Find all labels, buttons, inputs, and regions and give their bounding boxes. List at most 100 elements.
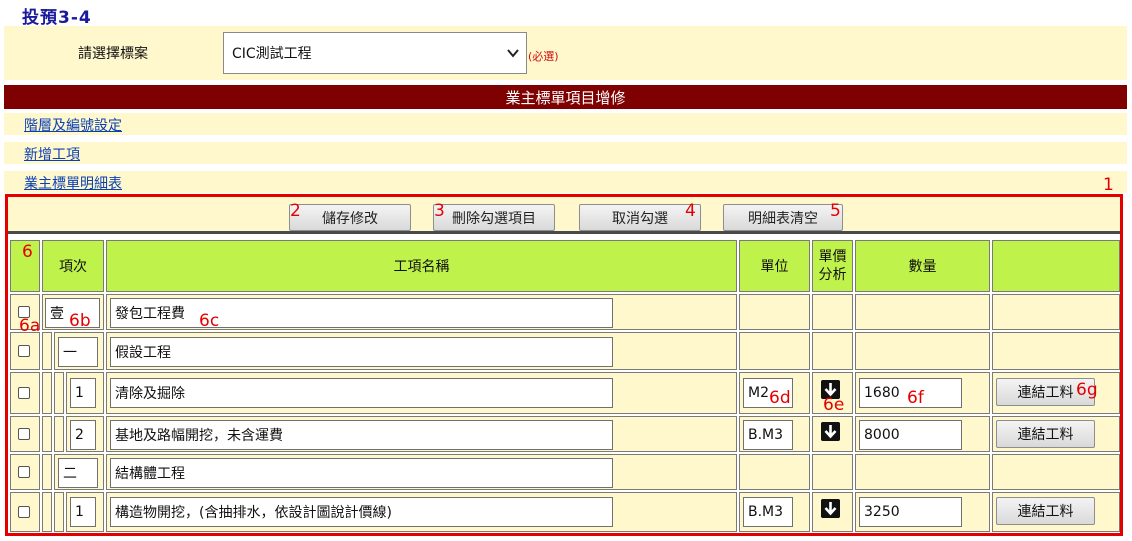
section-title: 業主標單項目增修 [4, 85, 1127, 109]
annotation-label: 6c [199, 311, 220, 331]
page-title: 投預3-4 [22, 8, 92, 28]
annotation-label: 6b [69, 311, 91, 331]
nav-link-detail-table[interactable]: 業主標單明細表 [24, 173, 122, 193]
unit-input[interactable]: B.M3 [743, 420, 793, 450]
link-cell: 連結工料 [992, 416, 1120, 452]
level-indent [42, 372, 52, 414]
link-materials-button[interactable]: 連結工料 [996, 420, 1095, 448]
edit-frame: 儲存修改 刪除勾選項目 取消勾選 明細表清空 2 3 4 5 項次 工項名稱 單… [5, 194, 1123, 536]
row-checkbox[interactable] [18, 387, 30, 399]
item-no-cell: 1 [66, 372, 104, 414]
link-cell: 連結工料 [992, 492, 1120, 532]
price-analysis-header-line1: 單價 [818, 249, 847, 265]
unit-header: 單位 [739, 240, 810, 292]
link-cell [992, 454, 1120, 490]
annotation-label: 6g [1076, 380, 1098, 400]
annotation-label: 6f [907, 388, 924, 408]
item-name-input[interactable]: 清除及掘除 [110, 378, 613, 408]
unit-input[interactable]: B.M3 [743, 497, 793, 527]
name-header: 工項名稱 [106, 240, 737, 292]
project-select[interactable]: CIC測試工程 [223, 32, 527, 74]
nav-row: 階層及編號設定 [4, 113, 1127, 135]
analysis-cell [812, 492, 853, 532]
project-select-value: CIC測試工程 [232, 46, 312, 62]
annotation-label: 1 [1103, 175, 1114, 195]
name-cell: 構造物開挖，(含抽排水，依設計圖說計價線) [106, 492, 737, 532]
chevron-down-icon [507, 49, 519, 58]
item-no-input[interactable]: 2 [70, 420, 96, 450]
item-name-input[interactable]: 構造物開挖，(含抽排水，依設計圖說計價線) [110, 497, 613, 527]
arrow-down-icon[interactable] [821, 499, 840, 518]
quantity-cell [855, 332, 990, 370]
quantity-cell: 8000 [855, 416, 990, 452]
item-name-input[interactable]: 假設工程 [110, 337, 613, 367]
quantity-input[interactable]: 8000 [859, 420, 962, 450]
annotation-label: 4 [685, 201, 696, 221]
toolbar: 儲存修改 刪除勾選項目 取消勾選 明細表清空 2 3 4 5 [8, 197, 1120, 234]
table-row [10, 492, 40, 532]
save-button[interactable]: 儲存修改 [289, 204, 411, 231]
nav-row: 業主標單明細表 [4, 171, 1127, 193]
link-column-header [992, 240, 1120, 292]
project-select-label: 請選擇標案 [78, 46, 148, 62]
item-no-input[interactable]: 1 [70, 378, 96, 408]
annotation-label: 6 [22, 242, 33, 262]
name-cell: 清除及掘除 [106, 372, 737, 414]
uncheck-all-button[interactable]: 取消勾選 [579, 204, 701, 231]
project-select-row: 請選擇標案 CIC測試工程 (必選) [4, 26, 1127, 80]
clear-table-button[interactable]: 明細表清空 [723, 204, 843, 231]
analysis-cell [812, 416, 853, 452]
annotation-label: 3 [434, 201, 445, 221]
item-no-cell: 2 [66, 416, 104, 452]
row-checkbox[interactable] [18, 466, 30, 478]
level-indent [54, 492, 64, 532]
link-cell [992, 332, 1120, 370]
unit-cell [739, 332, 810, 370]
item-name-input[interactable]: 基地及路幅開挖，未含運費 [110, 420, 613, 450]
name-cell: 基地及路幅開挖，未含運費 [106, 416, 737, 452]
required-note: (必選) [528, 50, 559, 63]
annotation-label: 2 [290, 201, 301, 221]
item-name-input[interactable]: 結構體工程 [110, 458, 613, 488]
nav-link-add-item[interactable]: 新增工項 [24, 144, 80, 164]
table-row [10, 332, 40, 370]
analysis-cell [812, 454, 853, 490]
unit-cell: B.M3 [739, 492, 810, 532]
unit-cell [739, 294, 810, 330]
unit-cell [739, 454, 810, 490]
item-no-cell: 二 [54, 454, 104, 490]
item-no-header: 項次 [42, 240, 104, 292]
quantity-cell: 3250 [855, 492, 990, 532]
item-no-input[interactable]: 1 [70, 497, 96, 527]
price-analysis-header: 單價 分析 [812, 240, 853, 292]
annotation-label: 6e [823, 395, 845, 415]
price-analysis-header-line2: 分析 [818, 267, 847, 283]
item-no-input[interactable]: 一 [58, 337, 98, 367]
link-cell [992, 294, 1120, 330]
row-checkbox[interactable] [18, 428, 30, 440]
link-materials-button[interactable]: 連結工料 [996, 497, 1095, 525]
quantity-cell [855, 294, 990, 330]
link-cell: 連結工料 [992, 372, 1120, 414]
item-no-cell: 1 [66, 492, 104, 532]
analysis-cell [812, 294, 853, 330]
table-row [10, 372, 40, 414]
level-indent [42, 454, 52, 490]
unit-cell: B.M3 [739, 416, 810, 452]
level-indent [54, 416, 64, 452]
item-no-input[interactable]: 二 [58, 458, 98, 488]
arrow-down-icon[interactable] [821, 422, 840, 441]
nav-row: 新增工項 [4, 142, 1127, 164]
nav-link-layer-settings[interactable]: 階層及編號設定 [24, 115, 122, 135]
quantity-input[interactable]: 3250 [859, 497, 962, 527]
analysis-cell [812, 332, 853, 370]
level-indent [54, 372, 64, 414]
delete-selected-button[interactable]: 刪除勾選項目 [433, 204, 555, 231]
name-cell: 假設工程 [106, 332, 737, 370]
table-row [10, 454, 40, 490]
level-indent [42, 492, 52, 532]
annotation-label: 6d [769, 388, 791, 408]
row-checkbox[interactable] [18, 345, 30, 357]
item-name-input[interactable]: 發包工程費 [110, 298, 613, 328]
row-checkbox[interactable] [18, 506, 30, 518]
